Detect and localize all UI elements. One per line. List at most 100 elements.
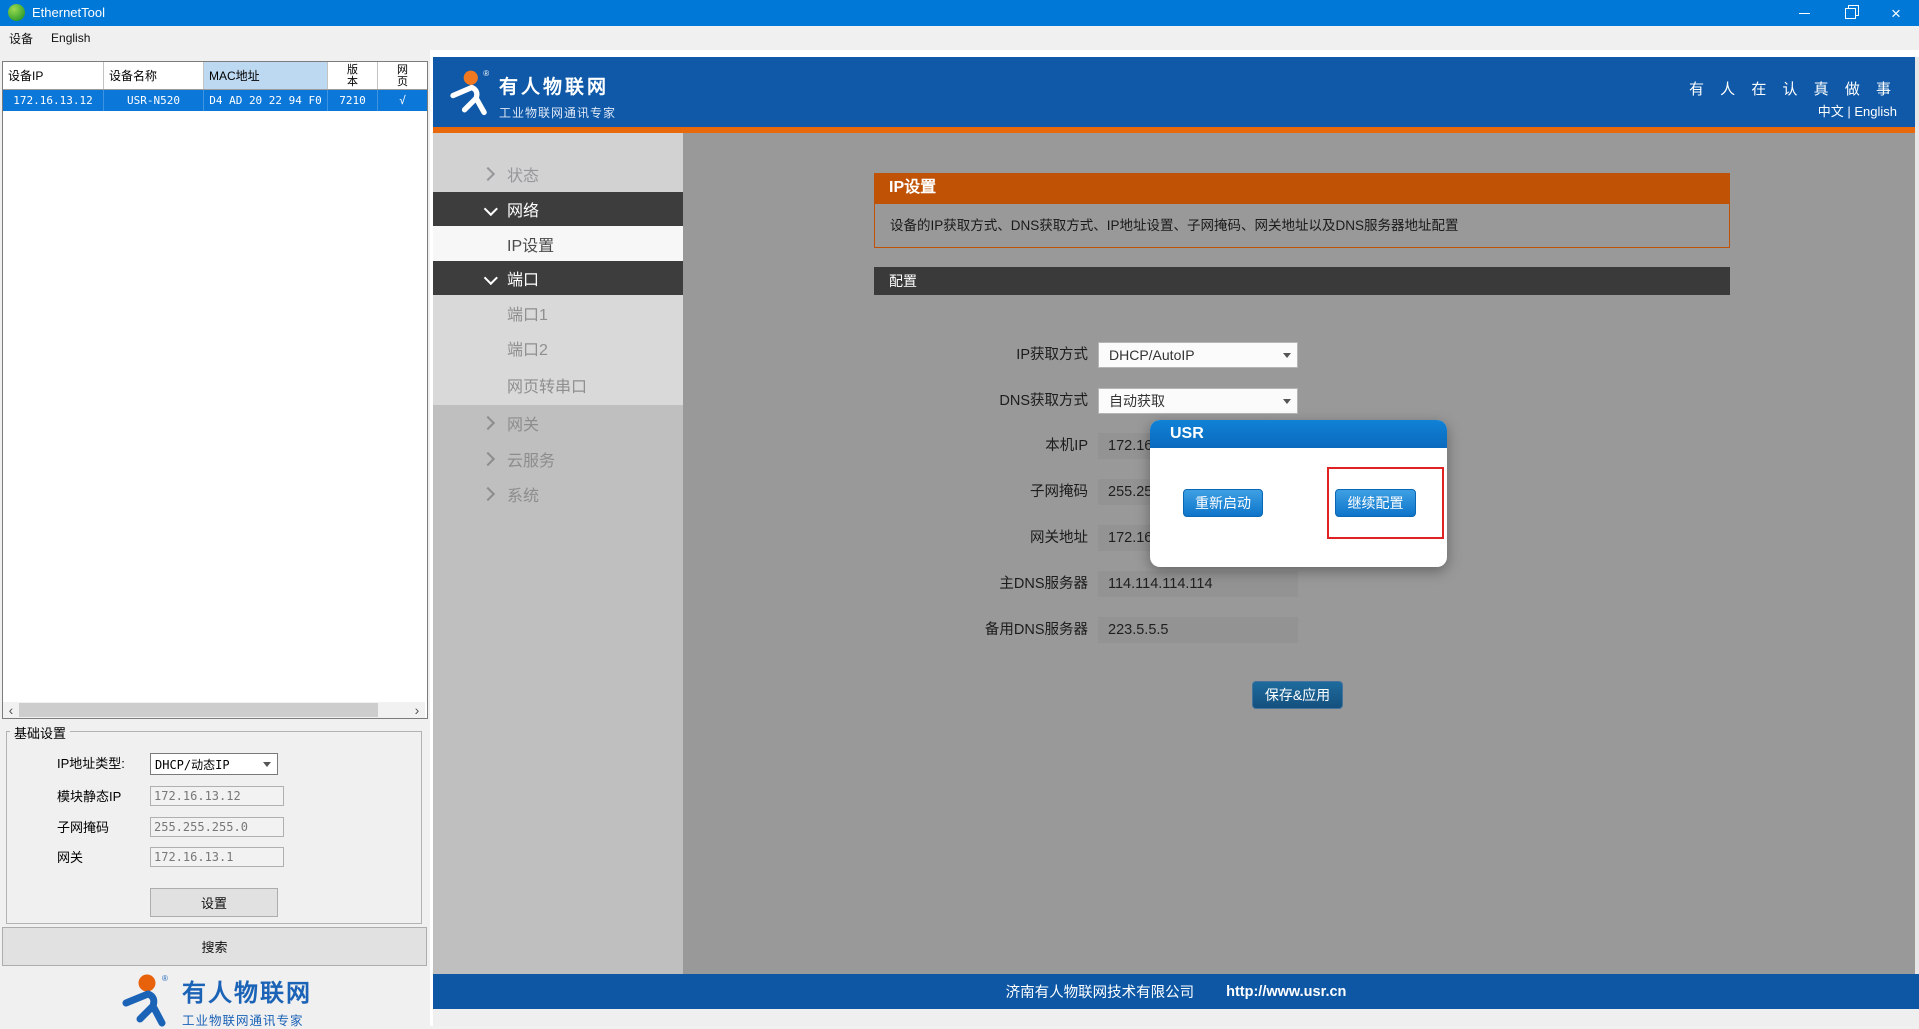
col-header-mac[interactable]: MAC地址 xyxy=(204,62,328,89)
subnet-field[interactable] xyxy=(150,817,284,837)
scrollbar-thumb[interactable] xyxy=(19,703,378,717)
sidebar-item-gateway[interactable]: 网关 xyxy=(433,405,683,441)
static-ip-label: 模块静态IP xyxy=(57,786,149,808)
close-icon: × xyxy=(1891,5,1901,22)
col-header-device-name[interactable]: 设备名称 xyxy=(104,62,204,89)
ip-type-value: DHCP/动态IP xyxy=(151,756,263,773)
local-ip-label: 本机IP xyxy=(683,433,1088,459)
menubar: 设备 English xyxy=(0,26,1919,50)
dns-mode-label: DNS获取方式 xyxy=(683,388,1088,414)
col-header-webpage[interactable]: 网页 xyxy=(378,62,427,89)
ip-type-label: IP地址类型: xyxy=(57,753,149,775)
web-page: ® 有人物联网 工业物联网通讯专家 有 人 在 认 真 做 事 中文 | Eng… xyxy=(430,50,1919,1026)
dns2-field[interactable]: 223.5.5.5 xyxy=(1098,617,1298,643)
web-header: ® 有人物联网 工业物联网通讯专家 有 人 在 认 真 做 事 中文 | Eng… xyxy=(433,57,1915,127)
logo-brand-text: 有人物联网 xyxy=(182,973,312,1008)
static-ip-field[interactable] xyxy=(150,786,284,806)
gateway-label: 网关 xyxy=(57,847,149,869)
subnet-label: 子网掩码 xyxy=(57,817,149,839)
highlight-red-box xyxy=(1327,467,1444,539)
close-button[interactable]: × xyxy=(1873,0,1919,26)
gateway-addr-label: 网关地址 xyxy=(683,525,1088,551)
ip-mode-label: IP获取方式 xyxy=(683,342,1088,368)
cell-device-ip: 172.16.13.12 xyxy=(3,90,104,111)
right-edge-strip xyxy=(1915,57,1919,974)
minimize-icon xyxy=(1799,13,1810,14)
dropdown-arrow-icon xyxy=(1283,399,1291,404)
web-brand-name: 有人物联网 xyxy=(499,72,616,99)
gateway-field[interactable] xyxy=(150,847,284,867)
sidebar-item-cloud[interactable]: 云服务 xyxy=(433,441,683,476)
header-slogan: 有 人 在 认 真 做 事 xyxy=(1689,78,1897,99)
sidebar-item-system[interactable]: 系统 xyxy=(433,476,683,512)
nav-top-padding xyxy=(433,133,683,155)
restore-button[interactable] xyxy=(1827,0,1873,26)
webpage-link-icon[interactable]: √ xyxy=(378,90,427,111)
dns-mode-select[interactable]: 自动获取 xyxy=(1098,388,1298,414)
web-brand-tagline: 工业物联网通讯专家 xyxy=(499,104,616,121)
table-row[interactable]: 172.16.13.12 USR-N520 D4 AD 20 22 94 F0 … xyxy=(3,90,427,111)
table-header-row: 设备IP 设备名称 MAC地址 版本 网页 xyxy=(3,62,427,90)
scroll-right-arrow-icon[interactable]: › xyxy=(409,702,425,718)
dns2-label: 备用DNS服务器 xyxy=(683,617,1088,643)
search-button[interactable]: 搜索 xyxy=(2,927,427,966)
chevron-right-icon xyxy=(481,416,495,430)
chevron-right-icon xyxy=(481,451,495,465)
footer-url[interactable]: http://www.usr.cn xyxy=(1226,984,1346,1000)
usr-modal-dialog: USR 重新启动 继续配置 xyxy=(1150,420,1447,567)
restart-button[interactable]: 重新启动 xyxy=(1183,489,1263,517)
logo-tagline-text: 工业物联网通讯专家 xyxy=(182,1010,312,1029)
web-footer: 济南有人物联网技术有限公司 http://www.usr.cn xyxy=(433,974,1919,1009)
minimize-button[interactable] xyxy=(1781,0,1827,26)
window-title: EthernetTool xyxy=(32,5,105,20)
modal-title: USR xyxy=(1150,420,1447,448)
dropdown-arrow-icon xyxy=(1283,353,1291,358)
cell-version: 7210 xyxy=(328,90,378,111)
web-brand: 有人物联网 工业物联网通讯专家 xyxy=(499,72,616,121)
main-content: IP设置 设备的IP获取方式、DNS获取方式、IP地址设置、子网掩码、网关地址以… xyxy=(683,133,1915,974)
page-description: 设备的IP获取方式、DNS获取方式、IP地址设置、子网掩码、网关地址以及DNS服… xyxy=(874,203,1730,248)
chevron-right-icon xyxy=(481,166,495,180)
col-header-device-ip[interactable]: 设备IP xyxy=(3,62,104,89)
cell-device-name: USR-N520 xyxy=(104,90,204,111)
dns1-label: 主DNS服务器 xyxy=(683,571,1088,597)
sidebar-item-status[interactable]: 状态 xyxy=(433,155,683,192)
col-header-version[interactable]: 版本 xyxy=(328,62,378,89)
set-button[interactable]: 设置 xyxy=(150,888,278,917)
usr-logo: ® 有人物联网 工业物联网通讯专家 xyxy=(118,973,312,1029)
web-body: 状态 网络 IP设置 端口 端口1 端口2 网页转串口 xyxy=(433,133,1915,974)
svg-text:®: ® xyxy=(162,974,168,983)
sidebar-item-network[interactable]: 网络 xyxy=(433,192,683,226)
menu-english[interactable]: English xyxy=(42,26,99,50)
sidebar-item-port2[interactable]: 端口2 xyxy=(433,330,683,365)
sidebar-nav: 状态 网络 IP设置 端口 端口1 端口2 网页转串口 xyxy=(433,133,683,974)
scroll-left-arrow-icon[interactable]: ‹ xyxy=(3,702,19,718)
menu-device[interactable]: 设备 xyxy=(0,26,42,50)
dropdown-arrow-icon xyxy=(263,762,271,767)
device-table: 设备IP 设备名称 MAC地址 版本 网页 172.16.13.12 USR-N… xyxy=(2,61,428,719)
chevron-down-icon xyxy=(484,271,498,285)
section-header: 配置 xyxy=(874,267,1730,295)
svg-text:®: ® xyxy=(483,69,489,78)
ip-mode-select[interactable]: DHCP/AutoIP xyxy=(1098,342,1298,368)
chevron-right-icon xyxy=(481,487,495,501)
sidebar-item-port1[interactable]: 端口1 xyxy=(433,295,683,330)
basic-settings-legend: 基础设置 xyxy=(10,723,70,742)
usr-person-icon: ® xyxy=(118,973,172,1027)
page-title: IP设置 xyxy=(874,173,1730,203)
header-person-icon: ® xyxy=(445,68,493,116)
chevron-down-icon xyxy=(484,202,498,216)
sidebar-item-ports[interactable]: 端口 xyxy=(433,261,683,295)
cell-mac: D4 AD 20 22 94 F0 xyxy=(204,90,328,111)
restore-icon xyxy=(1845,8,1856,19)
sidebar-item-web-to-serial[interactable]: 网页转串口 xyxy=(433,365,683,405)
language-switch[interactable]: 中文 | English xyxy=(1818,101,1897,120)
horizontal-scrollbar[interactable]: ‹ › xyxy=(3,702,425,718)
ip-type-select[interactable]: DHCP/动态IP xyxy=(150,753,278,775)
sidebar-item-ip-settings[interactable]: IP设置 xyxy=(433,226,683,261)
save-apply-button[interactable]: 保存&应用 xyxy=(1252,681,1343,709)
window-titlebar: EthernetTool × xyxy=(0,0,1919,26)
app-icon xyxy=(8,4,25,21)
dns1-field[interactable]: 114.114.114.114 xyxy=(1098,571,1298,597)
footer-bottom-strip xyxy=(433,1009,1919,1026)
